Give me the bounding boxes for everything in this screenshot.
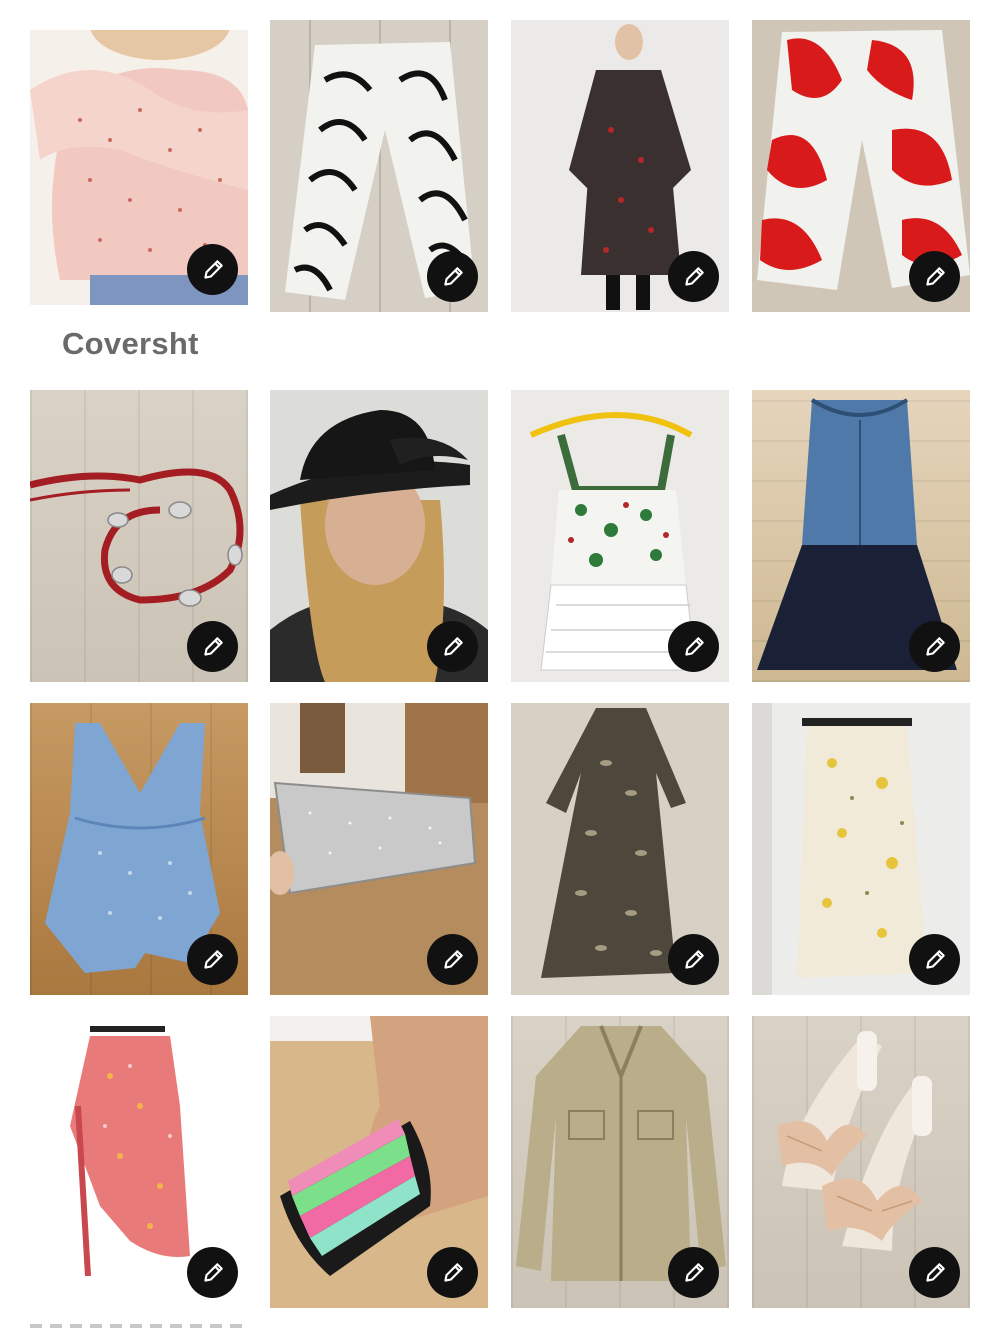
pencil-icon [200,947,226,973]
pencil-icon [922,947,948,973]
pencil-icon [681,264,707,290]
section-label: Coversht [62,326,199,361]
pencil-icon [922,264,948,290]
tile-pink-wrap-skirt[interactable] [30,1016,248,1308]
tile-floral-lace-dress[interactable] [511,390,729,682]
tile-denim-mesh-dress[interactable] [752,390,970,682]
pencil-icon [681,634,707,660]
tile-red-concho-belt[interactable] [30,390,248,682]
tile-floral-slip-skirt[interactable] [752,703,970,995]
edit-button[interactable] [668,621,719,672]
pencil-icon [440,1260,466,1286]
edit-button[interactable] [427,251,478,302]
tile-blue-romper[interactable] [30,703,248,995]
tile-leopard-maxi-dress[interactable] [511,703,729,995]
edit-button[interactable] [187,1247,238,1298]
edit-button[interactable] [909,934,960,985]
tile-black-veiled-hat[interactable] [270,390,488,682]
pencil-icon [200,1260,226,1286]
pencil-icon [922,1260,948,1286]
pencil-icon [681,1260,707,1286]
pencil-icon [200,634,226,660]
tile-black-sheer-dress[interactable] [511,20,729,312]
pencil-icon [440,634,466,660]
edit-button[interactable] [668,251,719,302]
tile-bow-heeled-sandals[interactable] [752,1016,970,1308]
edit-button[interactable] [668,1247,719,1298]
pencil-icon [200,257,226,283]
edit-button[interactable] [909,251,960,302]
edit-button[interactable] [187,621,238,672]
edit-button[interactable] [668,934,719,985]
edit-button[interactable] [187,934,238,985]
edit-button[interactable] [427,621,478,672]
edit-button[interactable] [427,934,478,985]
edit-button[interactable] [909,1247,960,1298]
edit-button[interactable] [427,1247,478,1298]
tile-silver-clutch[interactable] [270,703,488,995]
pencil-icon [681,947,707,973]
pencil-icon [440,264,466,290]
tile-metallic-jacket[interactable] [511,1016,729,1308]
edit-button[interactable] [187,244,238,295]
pencil-icon [440,947,466,973]
pencil-icon [922,634,948,660]
tile-zebra-palm-pants[interactable] [270,20,488,312]
edit-button[interactable] [909,621,960,672]
tile-chevron-cuff-bracelet[interactable] [270,1016,488,1308]
tile-red-print-culottes[interactable] [752,20,970,312]
tile-floral-ruffle-blouse[interactable] [30,30,248,305]
drop-zone-divider [30,1324,248,1328]
